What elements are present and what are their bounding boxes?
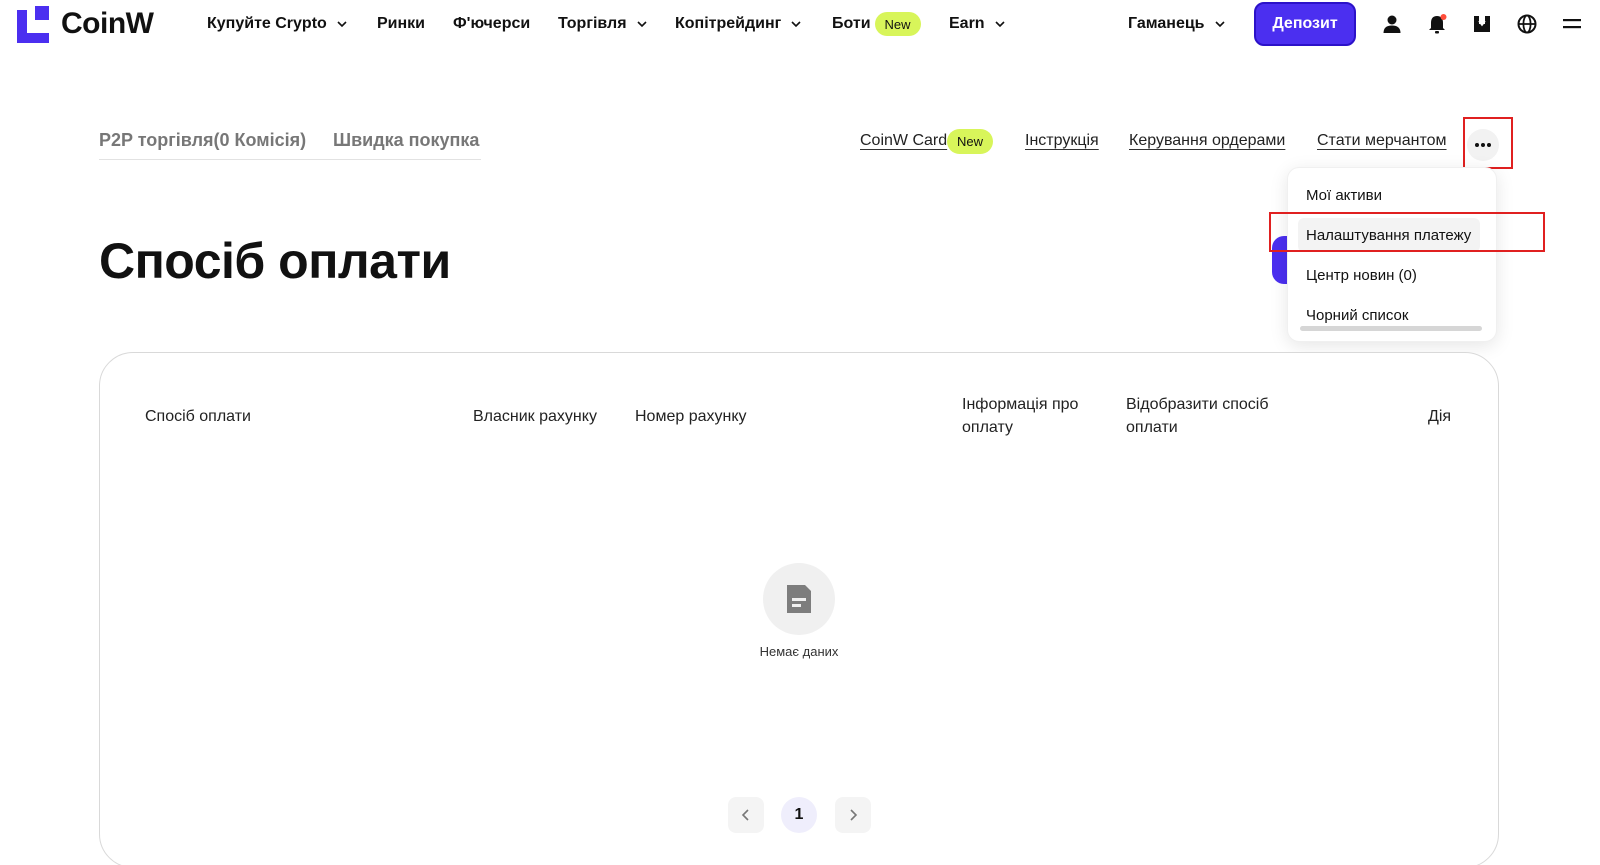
nav-wallet[interactable]: Гаманець: [1128, 12, 1227, 36]
coinw-logo[interactable]: CoinW: [17, 5, 154, 43]
column-header-account-number: Номер рахунку: [635, 408, 747, 425]
menu-icon[interactable]: [1561, 13, 1583, 35]
nav-trading-label: Торгівля: [558, 15, 627, 32]
menu-item-my-assets[interactable]: Мої активи: [1298, 178, 1480, 212]
tabs-divider: [99, 159, 481, 160]
nav-futures[interactable]: Ф'ючерси: [453, 12, 530, 36]
more-options-button[interactable]: [1467, 129, 1499, 161]
chevron-down-icon: [636, 21, 647, 28]
nav-earn[interactable]: Earn: [949, 12, 1007, 36]
document-icon: [787, 585, 811, 613]
pagination-page-1[interactable]: 1: [781, 797, 817, 833]
nav-earn-label: Earn: [949, 15, 985, 32]
page-title: Спосіб оплати: [99, 233, 451, 289]
nav-futures-label: Ф'ючерси: [453, 15, 531, 32]
card-new-badge: New: [947, 129, 993, 154]
more-dots-icon: [1475, 143, 1491, 147]
logo-text: CoinW: [61, 7, 154, 40]
nav-bots[interactable]: Боти New: [832, 12, 921, 36]
bell-icon[interactable]: [1426, 13, 1448, 35]
column-header-payment-method: Спосіб оплати: [145, 408, 251, 425]
menu-item-news-center[interactable]: Центр новин (0): [1298, 258, 1480, 292]
chevron-down-icon: [995, 21, 1005, 28]
nav-trading[interactable]: Торгівля: [558, 12, 649, 36]
chevron-down-icon: [337, 21, 347, 28]
chevron-down-icon: [1214, 21, 1225, 28]
link-become-merchant[interactable]: Стати мерчантом: [1317, 132, 1447, 150]
column-header-action: Дія: [1428, 408, 1452, 425]
nav-copytrading-label: Копітрейдинг: [675, 15, 782, 32]
menu-item-payment-settings[interactable]: Налаштування платежу: [1298, 218, 1480, 252]
empty-state-circle: [763, 563, 835, 635]
nav-markets[interactable]: Ринки: [377, 12, 425, 36]
tab-p2p-trading[interactable]: P2P торгівля(0 Комісія): [99, 130, 306, 151]
deposit-button[interactable]: Депозит: [1254, 2, 1356, 46]
payment-methods-table: Спосіб оплати Власник рахунку Номер раху…: [99, 352, 1499, 865]
dropdown-scrollbar[interactable]: [1300, 326, 1482, 331]
column-header-account-owner: Власник рахунку: [473, 408, 597, 425]
empty-state-text: Немає даних: [759, 644, 839, 659]
pagination-prev-button[interactable]: [728, 797, 764, 833]
nav-wallet-label: Гаманець: [1128, 15, 1205, 32]
coinw-logo-icon: [17, 5, 49, 43]
link-instruction[interactable]: Інструкція: [1025, 132, 1099, 150]
column-header-display-method: Відобразити спосіб оплати: [1126, 396, 1269, 436]
nav-buy-crypto[interactable]: Купуйте Crypto: [207, 12, 349, 36]
link-coinw-card[interactable]: CoinW Card: [860, 132, 947, 150]
link-order-management[interactable]: Керування ордерами: [1129, 132, 1285, 150]
globe-icon[interactable]: [1516, 13, 1538, 35]
nav-buy-crypto-label: Купуйте Crypto: [207, 15, 327, 32]
empty-state: Немає даних: [100, 563, 1498, 659]
nav-bots-label: Боти: [832, 15, 871, 32]
chevron-right-icon: [850, 809, 858, 821]
pagination-next-button[interactable]: [835, 797, 871, 833]
top-navigation: CoinW Купуйте Crypto Ринки Ф'ючерси Торг…: [0, 0, 1600, 50]
download-app-icon[interactable]: [1471, 13, 1493, 35]
bots-new-badge: New: [874, 12, 921, 36]
tab-quick-buy[interactable]: Швидка покупка: [333, 130, 479, 151]
nav-markets-label: Ринки: [377, 15, 426, 32]
user-icon[interactable]: [1381, 13, 1403, 35]
chevron-left-icon: [741, 809, 749, 821]
chevron-down-icon: [791, 21, 801, 28]
nav-copytrading[interactable]: Копітрейдинг: [675, 12, 803, 36]
more-options-dropdown: Мої активи Налаштування платежу Центр но…: [1287, 167, 1497, 342]
column-header-payment-info: Інформація про оплату: [962, 396, 1079, 436]
